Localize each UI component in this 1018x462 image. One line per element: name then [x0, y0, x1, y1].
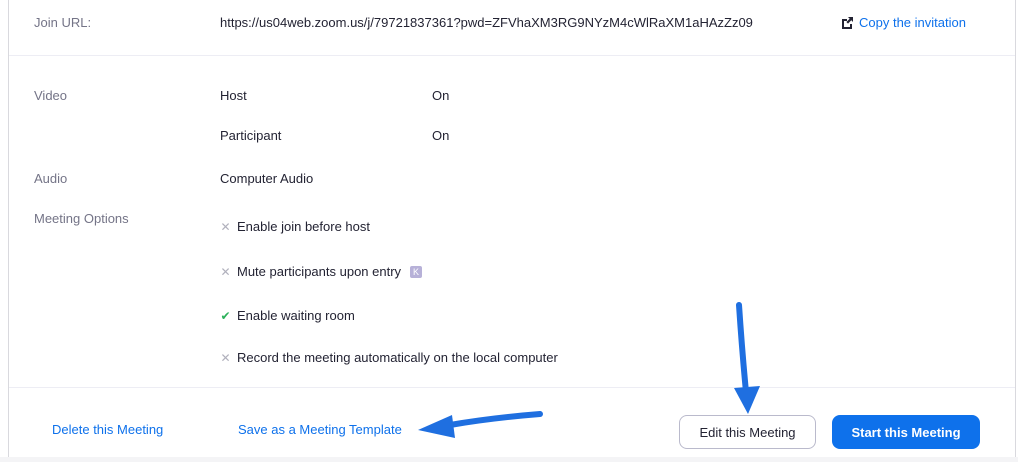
annotation-arrows — [418, 302, 760, 438]
option-label: Record the meeting automatically on the … — [237, 350, 558, 365]
check-icon: ✔ — [220, 308, 231, 323]
disabled-x-icon: ✕ — [220, 350, 231, 365]
join-url-label: Join URL: — [34, 15, 92, 30]
bottom-bar — [0, 457, 1018, 462]
annotation-arrow-left — [418, 411, 543, 438]
delete-meeting-link[interactable]: Delete this Meeting — [52, 422, 163, 437]
option-mute-on-entry: ✕ Mute participants upon entry K — [220, 264, 423, 279]
edit-meeting-button[interactable]: Edit this Meeting — [679, 415, 816, 449]
meeting-options-label: Meeting Options — [34, 211, 129, 226]
disabled-x-icon: ✕ — [220, 264, 231, 279]
disabled-x-icon: ✕ — [220, 219, 231, 234]
join-url-value[interactable]: https://us04web.zoom.us/j/79721837361?pw… — [220, 15, 753, 30]
video-host-label: Host — [220, 88, 247, 103]
option-auto-record: ✕ Record the meeting automatically on th… — [220, 350, 558, 365]
audio-label: Audio — [34, 171, 68, 186]
section-divider — [9, 55, 1015, 56]
option-label: Enable join before host — [237, 219, 370, 234]
option-waiting-room: ✔ Enable waiting room — [220, 308, 355, 323]
share-icon — [842, 16, 853, 29]
video-label: Video — [34, 88, 68, 103]
copy-invitation-label: Copy the invitation — [859, 15, 966, 30]
copy-invitation-link[interactable]: Copy the invitation — [840, 15, 966, 30]
video-participant-value: On — [432, 128, 450, 143]
option-join-before-host: ✕ Enable join before host — [220, 219, 370, 234]
start-meeting-button[interactable]: Start this Meeting — [832, 415, 980, 449]
video-host-value: On — [432, 88, 450, 103]
right-border — [1015, 0, 1016, 462]
option-label: Mute participants upon entry — [237, 264, 402, 279]
audio-value: Computer Audio — [220, 171, 314, 186]
info-badge-icon[interactable]: K — [410, 265, 423, 278]
annotation-arrow-down — [734, 302, 760, 414]
video-participant-label: Participant — [220, 128, 282, 143]
option-label: Enable waiting room — [237, 308, 355, 323]
footer-divider — [9, 387, 1015, 388]
left-border — [8, 0, 9, 462]
save-template-link[interactable]: Save as a Meeting Template — [238, 422, 402, 437]
